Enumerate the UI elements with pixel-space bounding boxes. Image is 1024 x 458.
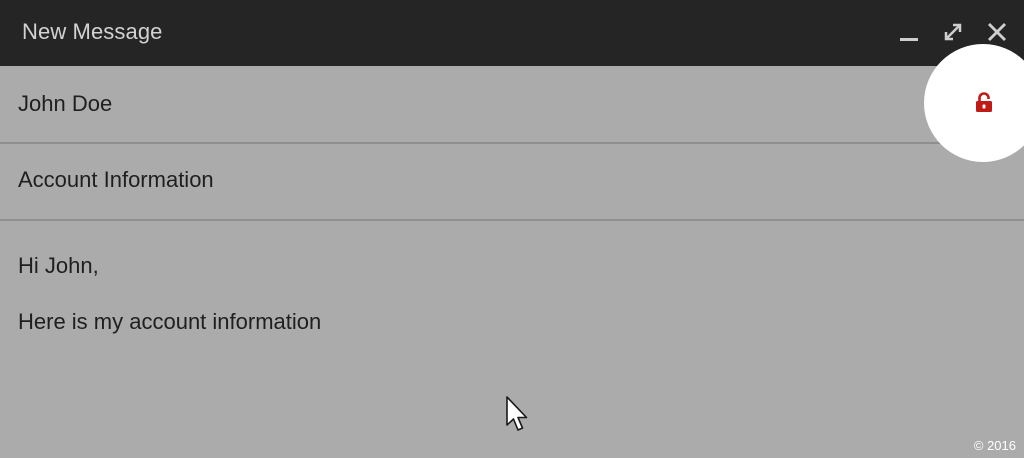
close-button[interactable] [984, 19, 1010, 45]
subject-text: Account Information [18, 167, 214, 192]
subject-field[interactable]: Account Information [0, 144, 1024, 221]
body-line: Here is my account information [18, 309, 322, 334]
close-icon [988, 23, 1006, 41]
unlocked-padlock-icon [976, 92, 992, 112]
mouse-pointer-icon [506, 396, 528, 431]
title-bar[interactable]: New Message [0, 0, 1024, 66]
body-line: Hi John, [18, 253, 99, 278]
to-field[interactable]: John Doe [0, 66, 1024, 144]
minimize-icon [900, 38, 918, 41]
compose-window: New Message John Doe Account Information [0, 0, 1024, 458]
minimize-button[interactable] [896, 19, 922, 45]
expand-icon [944, 23, 962, 41]
expand-button[interactable] [940, 19, 966, 45]
recipient-name: John Doe [18, 91, 113, 116]
window-title: New Message [22, 19, 163, 44]
copyright-notice: © 2016 [973, 438, 1016, 453]
